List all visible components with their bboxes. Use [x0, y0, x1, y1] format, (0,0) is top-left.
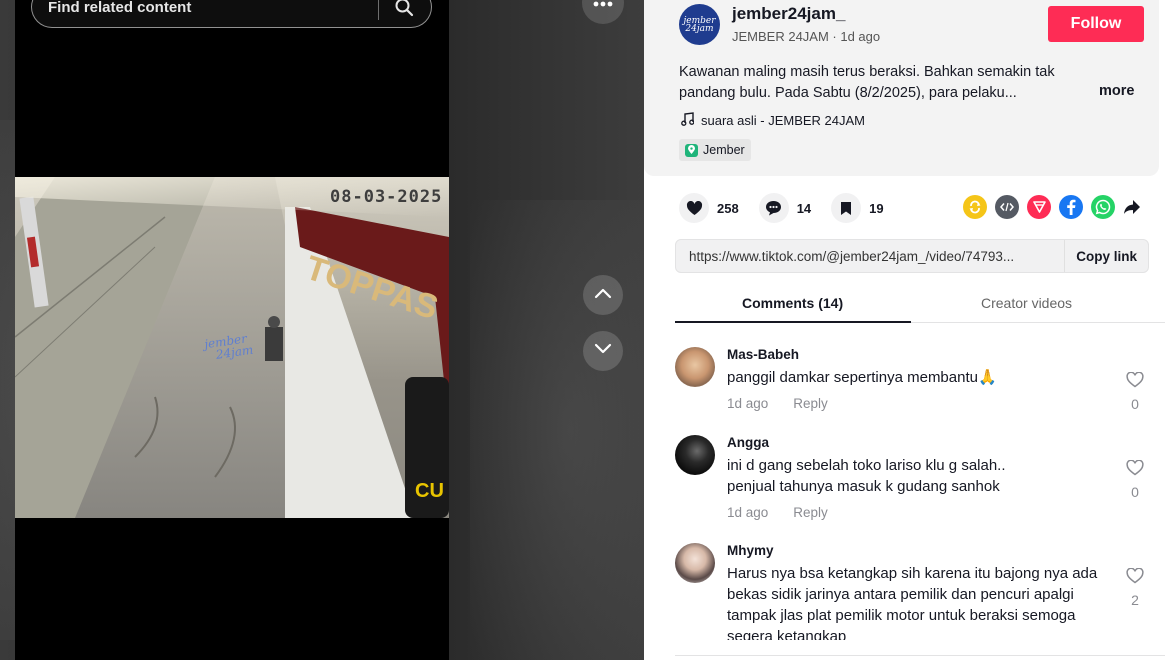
author-avatar-text: jember 24jam [683, 15, 716, 34]
comment-author[interactable]: Mas-Babeh [727, 347, 799, 362]
heart-icon [679, 193, 709, 223]
search-box[interactable]: Find related content [31, 0, 432, 28]
music-title: suara asli - JEMBER 24JAM [701, 113, 865, 128]
repost-icon[interactable] [963, 195, 987, 219]
video-link-text[interactable]: https://www.tiktok.com/@jember24jam_/vid… [676, 249, 1064, 264]
comment-author[interactable]: Mhymy [727, 543, 774, 558]
svg-text:CU: CU [415, 480, 444, 502]
comment-time: 1d ago [727, 396, 769, 411]
comment-item: Angga ini d gang sebelah toko lariso klu… [675, 435, 1145, 525]
comment-bubble-icon [758, 193, 789, 223]
search-icon[interactable] [393, 0, 415, 18]
comment-meta: 1d ago Reply [727, 505, 828, 520]
send-to-friends-icon[interactable] [1027, 195, 1051, 219]
more-link[interactable]: more [1099, 83, 1134, 99]
avatar[interactable] [675, 347, 715, 387]
video-watermark: jember 24jam [203, 331, 254, 362]
heart-outline-icon [1126, 567, 1144, 589]
comment-like[interactable]: 0 [1123, 371, 1147, 412]
heart-outline-icon [1126, 459, 1144, 481]
video-frame: TOPPAS CU 08-03-2025 0 jember 24jam [15, 177, 449, 518]
avatar[interactable] [675, 435, 715, 475]
chevron-up-icon [594, 286, 612, 304]
previous-video-button[interactable] [583, 275, 623, 315]
divider [675, 655, 1165, 656]
copy-link-button[interactable]: Copy link [1064, 240, 1148, 272]
next-video-button[interactable] [583, 331, 623, 371]
like-action[interactable]: 258 [679, 193, 739, 223]
more-options-button[interactable] [582, 0, 624, 24]
avatar[interactable] [675, 543, 715, 583]
video-area: Find related content TOPPAS CU 08-03-202… [0, 0, 644, 660]
comment-time: 1d ago [727, 505, 769, 520]
comment-count: 14 [796, 200, 812, 216]
comment-item: Mhymy Harus nya bsa ketangkap sih karena… [675, 543, 1145, 640]
reply-button[interactable]: Reply [793, 505, 828, 520]
whatsapp-icon[interactable] [1091, 195, 1115, 219]
tabs-bar: Comments (14) Creator videos [675, 285, 1165, 323]
comment-action[interactable]: 14 [758, 193, 812, 223]
heart-outline-icon [1126, 371, 1144, 393]
like-count: 258 [717, 200, 739, 216]
tab-comments[interactable]: Comments (14) [742, 295, 843, 311]
comment-author[interactable]: Angga [727, 435, 769, 450]
search-placeholder: Find related content [48, 0, 192, 16]
location-label: Jember [703, 143, 745, 157]
more-dots-icon [593, 0, 613, 12]
location-pin-icon [685, 143, 698, 157]
comment-text: ini d gang sebelah toko lariso klu g sal… [727, 457, 1006, 495]
action-bar: 258 14 19 [679, 193, 904, 223]
video-player[interactable]: TOPPAS CU 08-03-2025 0 jember 24jam [15, 0, 449, 660]
music-note-icon [681, 112, 695, 129]
comment-text: Harus nya bsa ketangkap sih karena itu b… [727, 565, 1098, 640]
save-action[interactable]: 19 [831, 193, 884, 223]
post-description: Kawanan maling masih terus beraksi. Bahk… [679, 64, 1055, 101]
share-arrow-icon[interactable] [1123, 199, 1141, 215]
bookmark-icon [831, 193, 862, 223]
location-chip[interactable]: Jember [679, 139, 751, 161]
music-row[interactable]: suara asli - JEMBER 24JAM [681, 112, 865, 129]
comment-text: panggil damkar sepertinya membantu🙏 [727, 369, 997, 386]
video-timestamp: 08-03-2025 0 [330, 187, 449, 207]
share-icons [963, 195, 1141, 219]
details-panel: jember 24jam jember24jam_ JEMBER 24JAM ·… [644, 0, 1165, 660]
author-subtitle: JEMBER 24JAM · 1d ago [732, 29, 881, 44]
author-avatar[interactable]: jember 24jam [679, 4, 720, 45]
tab-creator-videos[interactable]: Creator videos [981, 295, 1072, 311]
comment-like-count: 0 [1131, 396, 1139, 412]
comment-meta: 1d ago Reply [727, 396, 828, 411]
search-divider [378, 0, 379, 20]
comment-like[interactable]: 0 [1123, 459, 1147, 500]
comment-item: Mas-Babeh panggil damkar sepertinya memb… [675, 347, 1145, 417]
embed-code-icon[interactable] [995, 195, 1019, 219]
active-tab-indicator [675, 321, 911, 323]
follow-button[interactable]: Follow [1048, 6, 1144, 42]
video-link-box: https://www.tiktok.com/@jember24jam_/vid… [675, 239, 1149, 273]
author-username[interactable]: jember24jam_ [732, 4, 845, 24]
post-info-card: jember 24jam jember24jam_ JEMBER 24JAM ·… [644, 0, 1159, 176]
save-count: 19 [869, 200, 884, 216]
reply-button[interactable]: Reply [793, 396, 828, 411]
comment-like[interactable]: 2 [1123, 567, 1145, 608]
facebook-icon[interactable] [1059, 195, 1083, 219]
comment-like-count: 2 [1131, 592, 1139, 608]
comment-like-count: 0 [1131, 484, 1139, 500]
chevron-down-icon [594, 342, 612, 360]
